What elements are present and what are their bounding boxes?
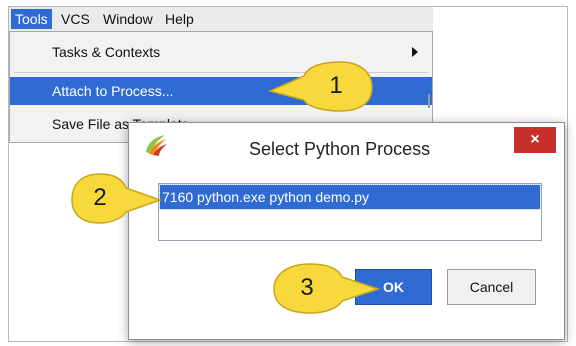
callout-3-badge: 3 bbox=[270, 260, 380, 316]
submenu-arrow-icon bbox=[412, 47, 418, 57]
menu-divider-edge bbox=[428, 94, 430, 108]
menu-help[interactable]: Help bbox=[161, 9, 198, 29]
dialog-title: Select Python Process bbox=[249, 139, 431, 159]
cancel-button[interactable]: Cancel bbox=[447, 269, 536, 305]
menu-item-label: Tasks & Contexts bbox=[52, 44, 161, 60]
menu-bar: Tools VCS Window Help bbox=[9, 7, 433, 32]
menu-item-label: Attach to Process... bbox=[52, 83, 174, 99]
menu-tools[interactable]: Tools bbox=[11, 9, 52, 29]
menu-window[interactable]: Window bbox=[99, 9, 157, 29]
callout-1-badge: 1 bbox=[268, 58, 376, 114]
menu-vcs[interactable]: VCS bbox=[57, 9, 94, 29]
close-button[interactable]: × bbox=[514, 127, 556, 153]
callout-2-badge: 2 bbox=[70, 170, 162, 226]
process-list-item[interactable]: 7160 python.exe python demo.py bbox=[159, 184, 541, 210]
pycharm-app-icon bbox=[146, 135, 167, 156]
process-list[interactable]: 7160 python.exe python demo.py bbox=[158, 183, 542, 241]
